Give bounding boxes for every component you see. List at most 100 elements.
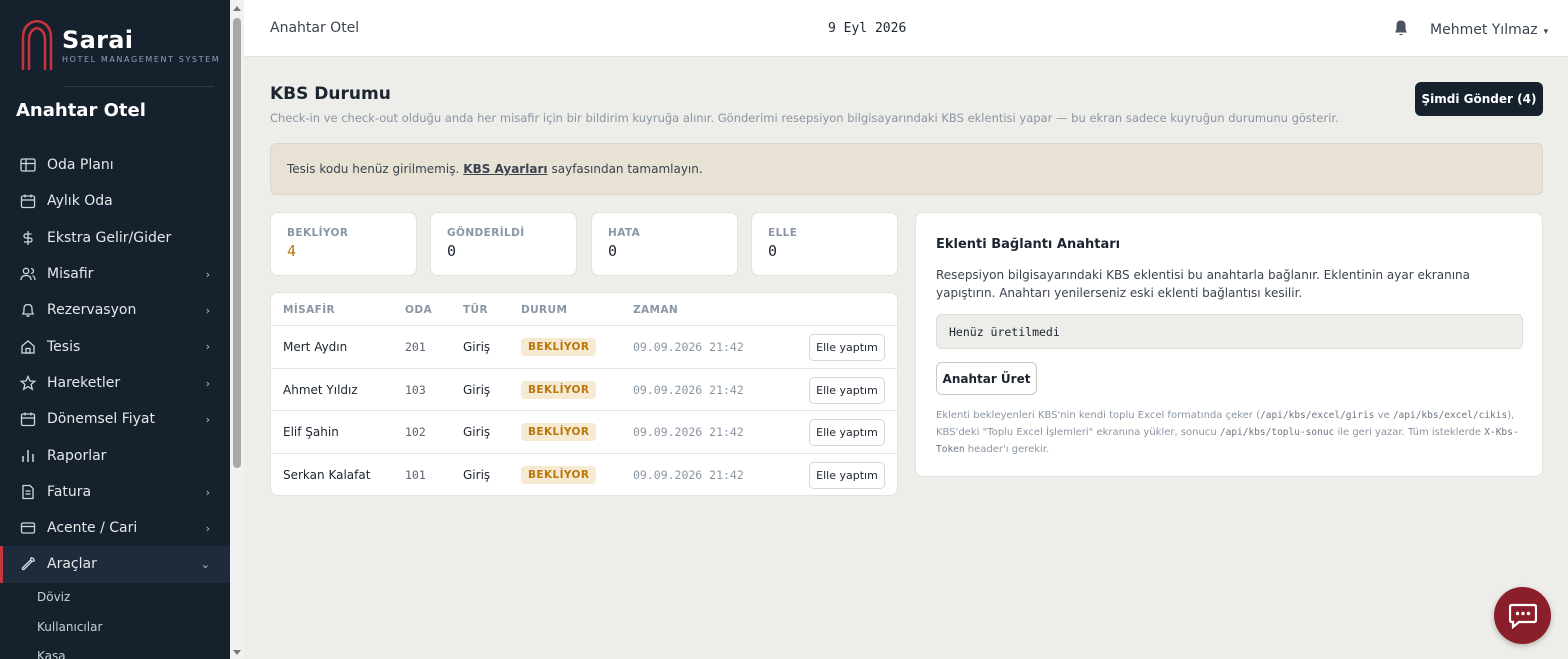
- stat-card-gonderildi: GÖNDERİLDİ 0: [430, 212, 577, 276]
- stat-value: 0: [447, 242, 457, 260]
- table-header: MİSAFİR ODA TÜR DURUM ZAMAN: [271, 293, 897, 326]
- stat-label: HATA: [608, 227, 641, 239]
- column-header-time[interactable]: ZAMAN: [633, 304, 678, 316]
- guest-name: Elif Şahin: [283, 425, 339, 440]
- calendar-icon: [19, 192, 37, 210]
- user-menu[interactable]: Mehmet Yılmaz ▾: [1430, 22, 1548, 38]
- mark-manual-button[interactable]: Elle yaptım: [809, 376, 885, 404]
- key-value-field[interactable]: Henüz üretilmedi: [936, 314, 1523, 349]
- sidebar-item-label: Raporlar: [47, 447, 107, 464]
- sidebar-item-misafir[interactable]: Misafir ›: [0, 256, 230, 292]
- key-card-title: Eklenti Bağlantı Anahtarı: [936, 237, 1121, 252]
- sidebar-scrollbar[interactable]: [230, 0, 244, 659]
- status-badge: BEKLİYOR: [521, 423, 597, 442]
- chevron-right-icon: ›: [205, 304, 210, 318]
- scroll-down-arrow-icon[interactable]: [233, 650, 241, 655]
- wrench-icon: [19, 555, 37, 573]
- card-icon: [19, 519, 37, 537]
- table-row: Serkan Kalafat 101 Giriş BEKLİYOR 09.09.…: [271, 454, 897, 495]
- record-time: 09.09.2026 21:42: [633, 382, 744, 397]
- stat-label: BEKLİYOR: [287, 227, 349, 239]
- sidebar-item-rezervasyon[interactable]: Rezervasyon ›: [0, 292, 230, 328]
- sidebar-item-fatura[interactable]: Fatura ›: [0, 474, 230, 510]
- kbs-queue-table: MİSAFİR ODA TÜR DURUM ZAMAN Mert Aydın 2…: [270, 292, 898, 496]
- column-header-room[interactable]: ODA: [405, 304, 432, 316]
- scrollbar-thumb[interactable]: [233, 18, 241, 468]
- sidebar-subitem-doviz[interactable]: Döviz: [0, 583, 230, 613]
- sidebar-item-label: Dönemsel Fiyat: [47, 411, 155, 428]
- sidebar-item-label: Acente / Cari: [47, 520, 138, 537]
- status-badge: BEKLİYOR: [521, 338, 597, 356]
- connection-key-card: Eklenti Bağlantı Anahtarı Resepsiyon bil…: [915, 212, 1543, 477]
- api-path-code: /api/kbs/excel/cikis: [1392, 410, 1508, 421]
- column-header-status[interactable]: DURUM: [521, 304, 567, 316]
- sidebar-item-acente-cari[interactable]: Acente / Cari ›: [0, 510, 230, 546]
- topbar-date: 9 Eyl 2026: [828, 21, 907, 36]
- key-card-description: Resepsiyon bilgisayarındaki KBS eklentis…: [936, 268, 1470, 300]
- mark-manual-button[interactable]: Elle yaptım: [809, 419, 885, 447]
- sidebar-item-label: Oda Planı: [47, 157, 114, 174]
- record-type: Giriş: [463, 340, 491, 354]
- sidebar-item-araclar[interactable]: Araçlar ⌄: [0, 546, 230, 583]
- alert-banner: Tesis kodu henüz girilmemiş. KBS Ayarlar…: [270, 143, 1543, 195]
- notification-bell-icon[interactable]: [1392, 18, 1410, 42]
- chevron-right-icon: ›: [205, 521, 210, 535]
- sidebar-item-donemsel-fiyat[interactable]: Dönemsel Fiyat ›: [0, 401, 230, 437]
- room-number: 103: [405, 382, 426, 397]
- stat-value: 0: [768, 242, 778, 260]
- sidebar-subitem-kasa[interactable]: Kasa: [0, 642, 230, 659]
- api-path-code: /api/kbs/excel/giris: [1260, 410, 1375, 421]
- page-description: Check-in ve check-out olduğu anda her mi…: [270, 111, 1339, 125]
- guest-name: Mert Aydın: [283, 340, 348, 354]
- guest-name: Ahmet Yıldız: [283, 382, 358, 397]
- sidebar-item-raporlar[interactable]: Raporlar: [0, 437, 230, 473]
- stat-label: ELLE: [768, 227, 798, 239]
- grid-icon: [19, 156, 37, 174]
- send-now-button[interactable]: Şimdi Gönder (4): [1415, 82, 1543, 116]
- home-icon: [19, 338, 37, 356]
- key-card-note: Eklenti bekleyenleri KBS'nin kendi toplu…: [936, 407, 1526, 458]
- sidebar-item-aylik-oda[interactable]: Aylık Oda: [0, 183, 230, 219]
- sidebar-item-hareketler[interactable]: Hareketler ›: [0, 365, 230, 401]
- mark-manual-button[interactable]: Elle yaptım: [809, 334, 885, 361]
- brand-logo[interactable]: Sarai HOTEL MANAGEMENT SYSTEM: [20, 20, 220, 70]
- table-row: Elif Şahin 102 Giriş BEKLİYOR 09.09.2026…: [271, 411, 897, 455]
- sidebar-item-ekstra-gelir-gider[interactable]: Ekstra Gelir/Gider: [0, 220, 230, 256]
- user-name: Mehmet Yılmaz: [1430, 22, 1538, 38]
- sidebar-subitem-kullanicilar[interactable]: Kullanıcılar: [0, 612, 230, 642]
- sidebar-hotel-name: Anahtar Otel: [16, 100, 146, 121]
- alert-text: Tesis kodu henüz girilmemiş.: [287, 162, 460, 176]
- generate-key-button[interactable]: Anahtar Üret: [936, 362, 1037, 395]
- kbs-settings-link[interactable]: KBS Ayarları: [463, 162, 547, 176]
- brand-divider: [64, 86, 214, 87]
- api-path-code: /api/kbs/toplu-sonuc: [1219, 427, 1335, 438]
- sidebar-item-label: Hareketler: [47, 374, 121, 391]
- status-badge: BEKLİYOR: [521, 466, 597, 485]
- sidebar-item-label: Misafir: [47, 266, 94, 283]
- chevron-down-icon: ⌄: [200, 558, 210, 572]
- status-badge: BEKLİYOR: [521, 380, 597, 399]
- users-icon: [19, 265, 37, 283]
- chevron-right-icon: ›: [205, 267, 210, 281]
- stat-value: 0: [608, 242, 618, 260]
- column-header-type[interactable]: TÜR: [463, 304, 488, 316]
- bell-icon: [19, 301, 37, 319]
- sidebar-item-tesis[interactable]: Tesis ›: [0, 328, 230, 364]
- note-text: header'ı gerekir.: [964, 444, 1050, 455]
- brand-name: Sarai: [62, 25, 134, 54]
- chat-button[interactable]: [1494, 587, 1551, 644]
- column-header-guest[interactable]: MİSAFİR: [283, 304, 335, 316]
- mark-manual-button[interactable]: Elle yaptım: [809, 462, 885, 490]
- stat-card-bekliyor: BEKLİYOR 4: [270, 212, 417, 276]
- record-type: Giriş: [463, 425, 491, 440]
- chevron-right-icon: ›: [205, 485, 210, 499]
- stat-card-hata: HATA 0: [591, 212, 738, 276]
- stat-card-elle: ELLE 0: [751, 212, 898, 276]
- record-time: 09.09.2026 21:42: [633, 468, 744, 483]
- table-row: Ahmet Yıldız 103 Giriş BEKLİYOR 09.09.20…: [271, 369, 897, 412]
- room-number: 201: [405, 340, 426, 354]
- sidebar-item-oda-plani[interactable]: Oda Planı: [0, 147, 230, 183]
- sidebar-item-label: Rezervasyon: [47, 302, 137, 319]
- scroll-up-arrow-icon[interactable]: [233, 6, 241, 11]
- topbar: Anahtar Otel 9 Eyl 2026 Mehmet Yılmaz ▾: [244, 0, 1568, 57]
